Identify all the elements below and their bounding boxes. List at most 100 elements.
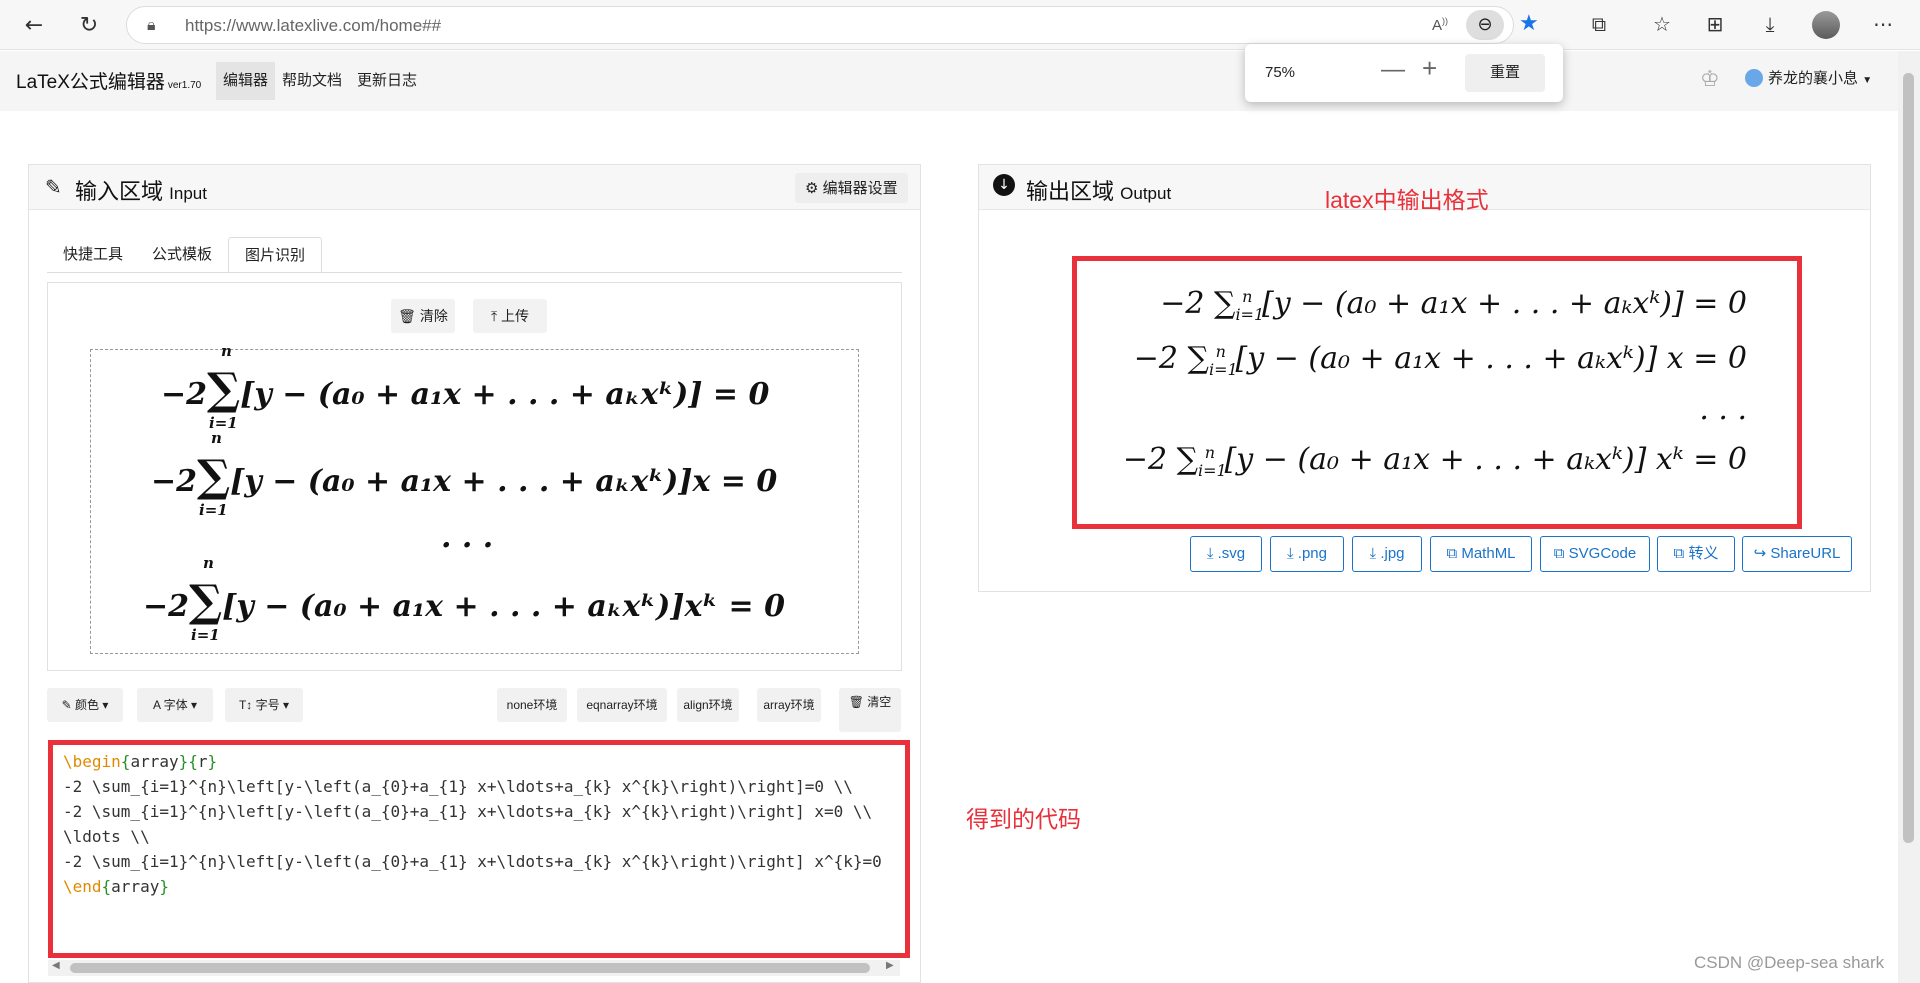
output-annotation: latex中输出格式 [1325, 187, 1489, 213]
latex-code-editor[interactable]: \begin{array}{r} -2 \sum_{i=1}^{n}\left[… [48, 740, 910, 958]
trash-icon: 🗑︎ [848, 695, 864, 709]
scrollbar-thumb[interactable] [1903, 73, 1914, 843]
font-size-dropdown[interactable]: T↕ 字号 ▾ [225, 688, 303, 722]
none-env-button[interactable]: none环境 [497, 688, 567, 722]
read-aloud-icon[interactable]: A)) [1432, 16, 1448, 34]
font-size-label: 字号 [255, 698, 280, 712]
edit-icon: ✎ [45, 175, 62, 199]
output-equation-row-1: −2 ∑i=1n [y − (a₀ + a₁x + . . . + aₖxᵏ)]… [1160, 286, 1747, 324]
editor-settings-button[interactable]: ⚙ 编辑器设置 [795, 173, 908, 203]
code-annotation: 得到的代码 [966, 806, 1081, 832]
user-avatar[interactable] [1745, 69, 1763, 87]
code-lines: \begin{array}{r} -2 \sum_{i=1}^{n}\left[… [53, 745, 905, 899]
code-line-2[interactable]: -2 \sum_{i=1}^{n}\left[y-\left(a_{0}+a_{… [53, 774, 905, 799]
align-env-button[interactable]: align环境 [677, 688, 739, 722]
mathml-label: MathML [1461, 545, 1516, 562]
share-icon: ↪ [1753, 545, 1767, 562]
uploaded-formula-image: −2∑ n i=1 [y − (a₀ + a₁x + . . . + aₖxᵏ)] =… [90, 342, 859, 654]
tab-divider [47, 272, 902, 273]
download-icon[interactable]: ⤓ [1755, 9, 1785, 39]
gear-icon: ⚙ [805, 179, 819, 197]
font-dropdown[interactable]: A 字体 ▾ [137, 688, 213, 722]
clear-all-button[interactable]: 🗑︎ 清空 [839, 688, 901, 732]
code-line-1-text: array [130, 752, 179, 771]
clear-image-button[interactable]: 🗑︎ 清除 [391, 299, 455, 333]
nav-help[interactable]: 帮助文档 [275, 62, 349, 100]
address-bar[interactable]: 🔒︎ https://www.latexlive.com/home## A)) … [126, 6, 1539, 44]
zoom-minus-button[interactable]: — [1381, 56, 1405, 84]
download-circle-icon: ↓ [993, 174, 1015, 196]
code-line-5[interactable]: -2 \sum_{i=1}^{n}\left[y-\left(a_{0}+a_{… [53, 849, 905, 874]
app-header: LaTeX公式编辑器 ver1.70 编辑器 帮助文档 更新日志 ♔ 养龙的襄小息… [0, 51, 1898, 111]
text-size-icon: T↕ [238, 698, 253, 712]
image-equation-row-1: −2∑ n i=1 [y − (a₀ + a₁x + . . . + aₖxᵏ)] =… [161, 342, 770, 432]
download-icon: ⤓ [1286, 545, 1294, 562]
tab-quick-tools[interactable]: 快捷工具 [47, 237, 139, 273]
back-icon[interactable]: ← [16, 7, 52, 43]
collections-icon[interactable]: ⊞ [1700, 9, 1730, 39]
input-title-en: Input [169, 184, 207, 203]
input-panel-title: 输入区域 Input [75, 174, 207, 206]
png-label: .png [1297, 545, 1327, 562]
copy-mathml-button[interactable]: ⧉ MathML [1430, 536, 1532, 572]
tab-image-recognition[interactable]: 图片识别 [228, 237, 323, 273]
escape-label: 转义 [1688, 545, 1719, 562]
extensions-icon[interactable]: ⧉ [1584, 9, 1614, 39]
lock-icon[interactable]: 🔒︎ [147, 15, 156, 35]
output-equation-row-3: −2 ∑i=1n [y − (a₀ + a₁x + . . . + aₖxᵏ)]… [1122, 442, 1747, 480]
eqnarray-env-button[interactable]: eqnarray环境 [577, 688, 667, 722]
version-label: ver1.70 [167, 80, 202, 91]
scroll-left-icon[interactable]: ◀ [52, 960, 60, 971]
trash-icon: 🗑︎ [398, 308, 416, 324]
download-svg-button[interactable]: ⤓ .svg [1190, 536, 1262, 572]
more-icon[interactable]: ⋯ [1868, 9, 1898, 39]
user-name: 养龙的襄小息 [1768, 70, 1859, 87]
download-png-button[interactable]: ⤓ .png [1270, 536, 1344, 572]
watermark: CSDN @Deep-sea shark [1694, 953, 1885, 972]
tab-templates[interactable]: 公式模板 [136, 237, 228, 273]
scroll-right-icon[interactable]: ▶ [886, 960, 894, 971]
zoom-popup: 75% — + 重置 [1245, 44, 1563, 102]
refresh-icon[interactable]: ↻ [71, 7, 107, 43]
zoom-out-icon[interactable]: ⊖ [1466, 10, 1504, 40]
editor-h-scrollbar[interactable]: ◀ ▶ [48, 960, 900, 976]
zoom-level: 75% [1265, 64, 1296, 81]
nav-changelog[interactable]: 更新日志 [350, 62, 424, 100]
font-label: 字体 [163, 698, 188, 712]
user-menu[interactable]: 养龙的襄小息 ▼ [1768, 67, 1872, 88]
profile-avatar[interactable] [1812, 11, 1840, 39]
download-jpg-button[interactable]: ⤓ .jpg [1352, 536, 1422, 572]
upload-label: 上传 [501, 308, 530, 324]
font-icon: A [152, 698, 161, 712]
color-dropdown[interactable]: ✎ 颜色 ▾ [47, 688, 123, 722]
zoom-reset-button[interactable]: 重置 [1465, 54, 1545, 92]
output-panel-title: 输出区域 Output [1026, 174, 1171, 206]
zoom-plus-button[interactable]: + [1422, 53, 1437, 84]
nav-editor[interactable]: 编辑器 [216, 62, 276, 100]
brush-icon: ✎ [61, 698, 72, 712]
copy-icon: ⧉ [1446, 545, 1458, 562]
code-line-3[interactable]: -2 \sum_{i=1}^{n}\left[y-\left(a_{0}+a_{… [53, 799, 905, 824]
array-env-button[interactable]: array环境 [757, 688, 821, 722]
input-panel-header: ✎ 输入区域 Input ⚙ 编辑器设置 [29, 165, 920, 210]
settings-label: 编辑器设置 [822, 180, 898, 197]
clear-all-label: 清空 [867, 695, 892, 709]
favorites-icon[interactable]: ☆ [1647, 9, 1677, 39]
code-line-4[interactable]: \ldots \\ [53, 824, 905, 849]
upload-button[interactable]: ⤒ 上传 [473, 299, 547, 333]
image-recognition-area: 🗑︎ 清除 ⤒ 上传 −2∑ n i=1 [y − (a₀ + a₁x + . . .… [47, 282, 902, 671]
brand-logo[interactable]: LaTeX公式编辑器 ver1.70 [16, 67, 201, 94]
copy-icon: ⧉ [1673, 545, 1685, 562]
copy-svgcode-button[interactable]: ⧉ SVGCode [1540, 536, 1650, 572]
rendered-output-box: −2 ∑i=1n [y − (a₀ + a₁x + . . . + aₖxᵏ)]… [1072, 256, 1802, 529]
code-line-6[interactable]: \end{array} [53, 874, 905, 899]
crown-icon: ♔ [1700, 67, 1720, 92]
share-url-button[interactable]: ↪ ShareURL [1742, 536, 1852, 572]
page-scrollbar[interactable] [1898, 51, 1920, 983]
output-equation-row-2: −2 ∑i=1n [y − (a₀ + a₁x + . . . + aₖxᵏ)]… [1133, 341, 1747, 379]
editor-h-scroll-thumb[interactable] [70, 963, 870, 973]
escape-button[interactable]: ⧉ 转义 [1657, 536, 1735, 572]
star-icon[interactable]: ★ [1519, 11, 1539, 36]
code-line-1[interactable]: \begin{array}{r} [53, 749, 905, 774]
url-text[interactable]: https://www.latexlive.com/home## [185, 16, 441, 36]
